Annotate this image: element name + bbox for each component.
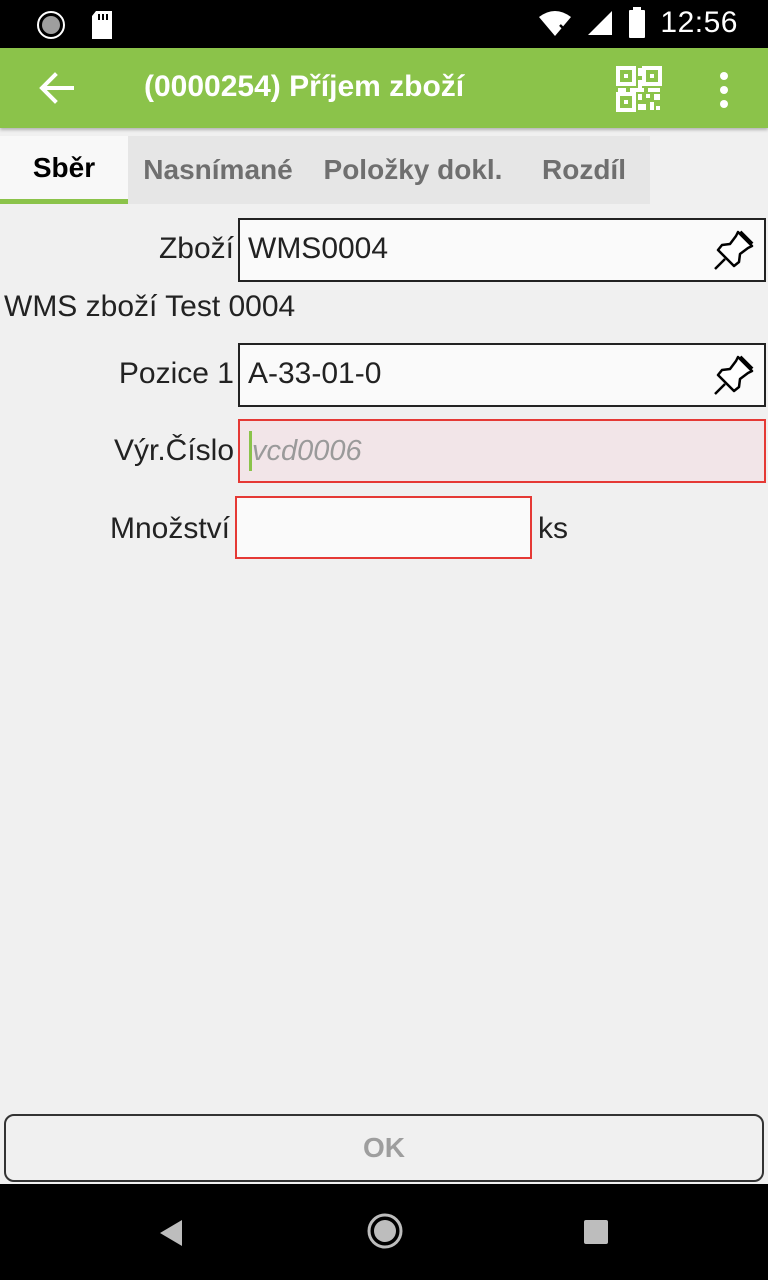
arrow-left-icon <box>39 72 74 104</box>
qr-scan-button[interactable] <box>616 66 662 112</box>
battery-icon <box>629 7 646 38</box>
tab-rozdil[interactable]: Rozdíl <box>518 136 650 204</box>
position-field[interactable]: A-33-01-0 <box>238 343 766 407</box>
pin-icon[interactable] <box>712 228 756 272</box>
qr-code-icon <box>616 66 662 112</box>
tab-bar: Sběr Nasnímané Položky dokl. Rozdíl <box>0 136 650 204</box>
sd-card-icon <box>92 11 112 39</box>
nav-back-icon[interactable] <box>158 1218 184 1248</box>
tab-sber[interactable]: Sběr <box>0 136 128 204</box>
position-label: Pozice 1 <box>118 357 234 390</box>
clock: 12:56 <box>660 6 738 39</box>
quantity-unit: ks <box>538 512 568 545</box>
sync-icon <box>37 11 65 39</box>
pin-icon[interactable] <box>712 353 756 397</box>
quantity-input[interactable] <box>235 496 532 559</box>
serial-placeholder: vcd0006 <box>252 435 362 467</box>
quantity-label: Množství <box>109 512 230 545</box>
nav-recents-icon[interactable] <box>584 1220 608 1244</box>
item-label: Zboží <box>158 232 234 265</box>
tab-nasnimane[interactable]: Nasnímané <box>128 136 308 204</box>
serial-label: Výr.Číslo <box>113 434 234 467</box>
tab-polozky-dokl[interactable]: Položky dokl. <box>308 136 518 204</box>
app-bar: (0000254) Příjem zboží <box>0 48 768 128</box>
position-value: A-33-01-0 <box>248 357 382 390</box>
overflow-menu-button[interactable] <box>708 68 740 112</box>
item-field[interactable]: WMS0004 <box>238 218 766 282</box>
item-value: WMS0004 <box>248 232 389 265</box>
ok-button[interactable]: OK <box>4 1114 764 1182</box>
page-title: (0000254) Příjem zboží <box>144 70 465 103</box>
serial-number-input[interactable]: vcd0006 <box>238 419 766 483</box>
signal-icon <box>588 11 613 35</box>
item-description: WMS zboží Test 0004 <box>4 290 296 323</box>
back-button[interactable] <box>30 68 82 108</box>
more-vert-icon <box>720 72 728 80</box>
status-bar: 12:56 <box>0 0 768 48</box>
wifi-icon <box>539 11 572 36</box>
system-nav-bar <box>0 1184 768 1280</box>
nav-home-icon[interactable] <box>366 1212 404 1250</box>
